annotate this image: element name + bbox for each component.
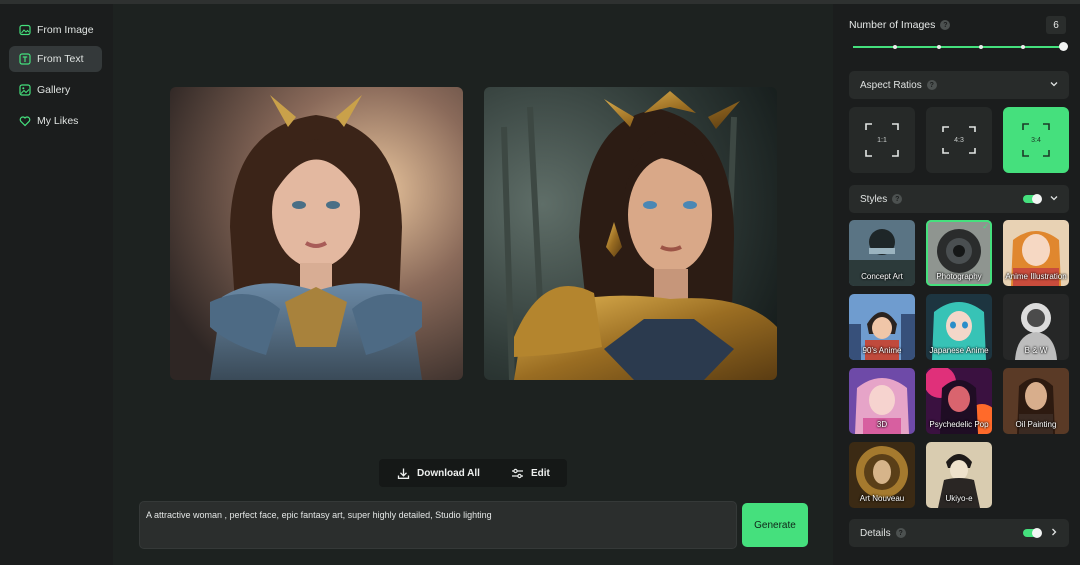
sliders-icon: [511, 468, 523, 478]
sidebar-item-from-text[interactable]: From Text: [9, 46, 102, 72]
image-icon: [19, 24, 31, 36]
check-icon: ✓: [982, 222, 989, 231]
chevron-down-icon: [1050, 82, 1058, 87]
style-concept-art[interactable]: Concept Art: [849, 220, 915, 286]
slider-tick: [893, 45, 897, 49]
style-3d[interactable]: 3D: [849, 368, 915, 434]
style-anime-illustration[interactable]: Anime Illustration: [1003, 220, 1069, 286]
main-canvas: Download All Edit A attractive woman , p…: [113, 4, 833, 565]
slider-tick: [1021, 45, 1025, 49]
style-label: 3D: [876, 420, 888, 429]
aspect-ratios-label: Aspect Ratios: [860, 79, 922, 91]
generated-image-1[interactable]: [170, 87, 463, 380]
download-icon: [397, 468, 410, 479]
sidebar-item-label: From Image: [37, 24, 94, 36]
generate-button[interactable]: Generate: [742, 503, 808, 547]
style-label: Concept Art: [861, 272, 903, 281]
slider-tick: [979, 45, 983, 49]
style-label: Ukiyo-e: [945, 494, 973, 503]
style-label: Anime Illustration: [1005, 272, 1067, 281]
style-90s-anime[interactable]: 90's Anime: [849, 294, 915, 360]
sidebar-item-gallery[interactable]: Gallery: [9, 77, 102, 103]
sidebar-item-label: My Likes: [37, 115, 79, 127]
sidebar-item-label: From Text: [37, 53, 84, 65]
number-of-images-value[interactable]: 6: [1046, 16, 1066, 34]
help-icon[interactable]: ?: [940, 20, 951, 30]
heart-icon: [19, 116, 31, 127]
settings-panel: Number of Images ? 6 Aspect Ratios ? 1:1…: [833, 4, 1080, 565]
sidebar: From Image From Text Gallery My Likes: [0, 4, 113, 565]
generated-image-2[interactable]: [484, 87, 777, 380]
style-label: Japanese Anime: [929, 346, 989, 355]
slider-thumb[interactable]: [1059, 42, 1068, 51]
style-psychedelic-pop[interactable]: Psychedelic Pop: [926, 368, 992, 434]
ratio-option-4-3[interactable]: 4:3: [926, 107, 992, 173]
edit-label: Edit: [530, 467, 550, 479]
style-label: Oil Painting: [1015, 420, 1057, 429]
style-bw[interactable]: B & W: [1003, 294, 1069, 360]
download-all-button[interactable]: Download All: [397, 459, 480, 487]
ratio-label: 4:3: [954, 136, 964, 144]
style-label: Art Nouveau: [859, 494, 905, 503]
styles-header[interactable]: Styles ?: [849, 185, 1069, 213]
prompt-input[interactable]: A attractive woman , perfect face, epic …: [139, 501, 737, 549]
style-label: 90's Anime: [862, 346, 902, 355]
help-icon[interactable]: ?: [895, 528, 906, 538]
sidebar-item-label: Gallery: [37, 84, 71, 96]
sidebar-item-my-likes[interactable]: My Likes: [9, 108, 102, 134]
slider-tick: [937, 45, 941, 49]
details-label: Details: [860, 527, 891, 539]
ratio-label: 1:1: [877, 136, 887, 144]
style-oil-painting[interactable]: Oil Painting: [1003, 368, 1069, 434]
style-label: Psychedelic Pop: [929, 420, 989, 429]
style-ukiyo-e[interactable]: Ukiyo-e: [926, 442, 992, 508]
chevron-right-icon: [1052, 528, 1057, 536]
help-icon[interactable]: ?: [892, 194, 903, 204]
generate-label: Generate: [754, 519, 796, 531]
aspect-ratios-header[interactable]: Aspect Ratios ?: [849, 71, 1069, 99]
styles-toggle[interactable]: [1023, 194, 1042, 204]
style-label: B & W: [1024, 346, 1048, 355]
text-icon: [19, 53, 31, 65]
styles-label: Styles: [860, 193, 888, 205]
edit-button[interactable]: Edit: [511, 459, 550, 487]
image-actions-bar: Download All Edit: [379, 459, 567, 487]
ratio-option-1-1[interactable]: 1:1: [849, 107, 915, 173]
ratio-option-3-4[interactable]: 3:4: [1003, 107, 1069, 173]
ratio-label: 3:4: [1031, 136, 1041, 144]
style-japanese-anime[interactable]: Japanese Anime: [926, 294, 992, 360]
gallery-icon: [19, 84, 31, 96]
details-header[interactable]: Details ?: [849, 519, 1069, 547]
fantasy-woman-portrait-2: [484, 87, 777, 380]
download-all-label: Download All: [417, 467, 480, 479]
number-of-images-slider[interactable]: [853, 46, 1065, 48]
number-of-images-heading: Number of Images ?: [849, 19, 951, 31]
fantasy-woman-portrait-1: [170, 87, 463, 380]
number-of-images-label: Number of Images: [849, 19, 936, 31]
style-photography[interactable]: Photography ✓: [926, 220, 992, 286]
chevron-down-icon: [1050, 196, 1058, 201]
sidebar-item-from-image[interactable]: From Image: [9, 17, 102, 43]
style-art-nouveau[interactable]: Art Nouveau: [849, 442, 915, 508]
details-toggle[interactable]: [1023, 528, 1042, 538]
help-icon[interactable]: ?: [926, 80, 937, 90]
style-label: Photography: [936, 272, 982, 281]
